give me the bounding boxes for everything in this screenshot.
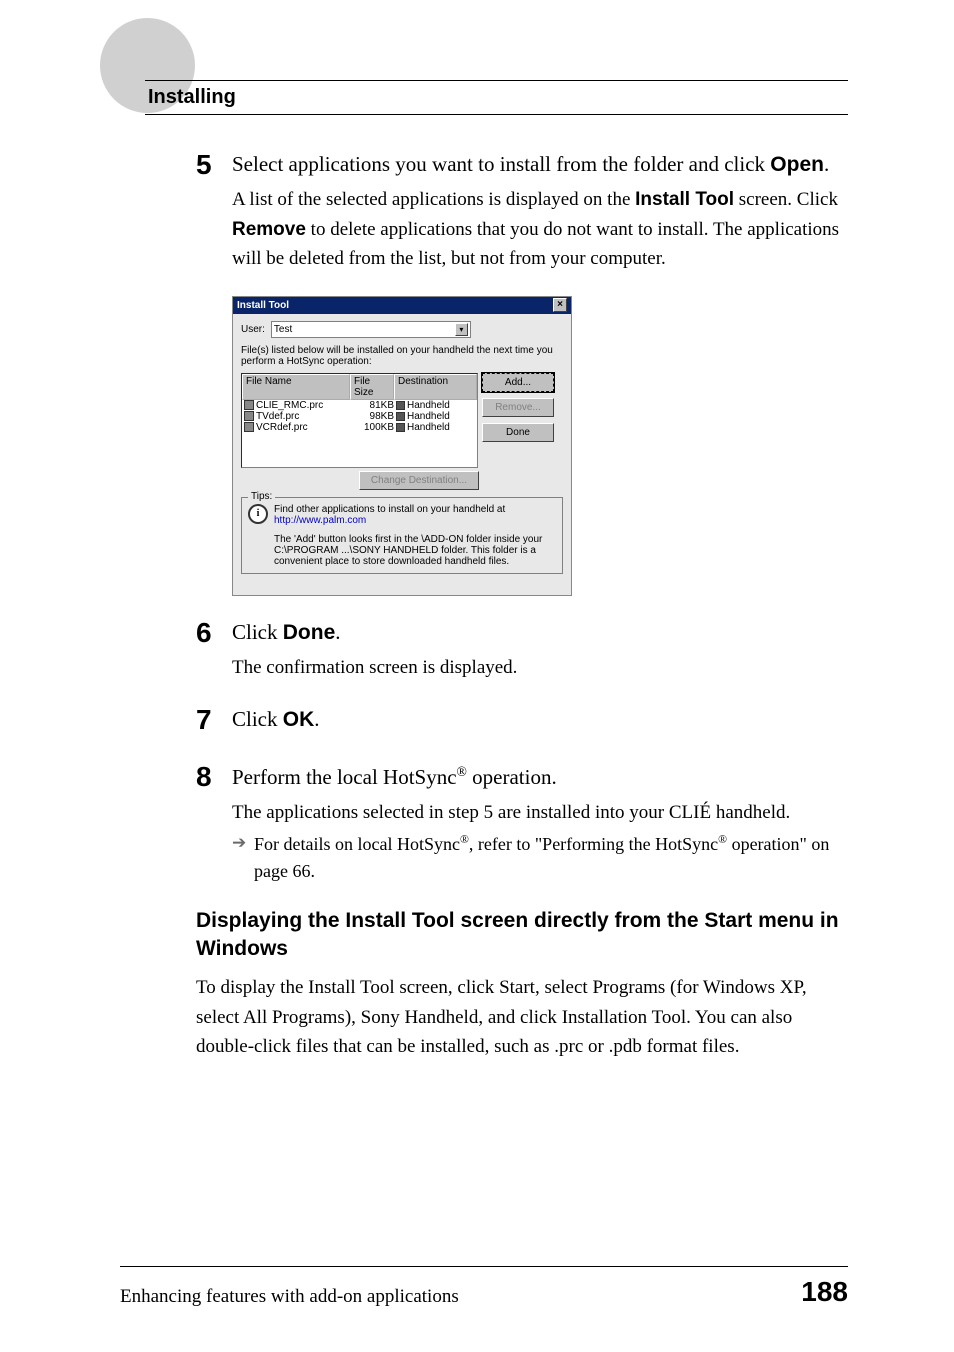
step-5-detail-b: Install Tool — [635, 189, 734, 210]
page-header: Installing — [0, 0, 954, 115]
done-button[interactable]: Done — [482, 423, 554, 442]
sp-l: Installation Tool — [562, 1007, 686, 1028]
tips-link[interactable]: http://www.palm.com — [274, 515, 366, 526]
cell-name: CLIE_RMC.prc — [256, 400, 352, 411]
user-label: User: — [241, 324, 265, 335]
step-8-sup: ® — [457, 764, 467, 779]
col-filename: File Name — [242, 374, 350, 400]
file-list-table: File Name File Size Destination CLIE_RMC… — [241, 373, 478, 468]
file-icon — [244, 400, 254, 410]
tips-label: Tips: — [248, 491, 275, 502]
col-filesize: File Size — [350, 374, 394, 400]
cell-size: 98KB — [352, 411, 394, 422]
cell-dest: Handheld — [407, 422, 450, 433]
step-8-text: Perform the local HotSync — [232, 765, 457, 789]
cell-size: 100KB — [352, 422, 394, 433]
sp-a: To display the — [196, 977, 308, 998]
header-bar: Installing — [145, 80, 848, 115]
handheld-icon — [396, 401, 405, 410]
step-number: 5 — [196, 150, 232, 274]
table-row[interactable]: VCRdef.prc 100KB Handheld — [242, 422, 477, 433]
step-number: 6 — [196, 618, 232, 683]
chevron-down-icon: ▾ — [455, 323, 468, 336]
step-8-suffix: operation. — [467, 765, 557, 789]
subsection-heading: Displaying the Install Tool screen direc… — [196, 907, 848, 964]
step-5-bold: Open — [770, 153, 824, 176]
step-7-text: Click — [232, 707, 283, 731]
user-value: Test — [274, 324, 292, 335]
step-number: 7 — [196, 705, 232, 740]
step-6-detail: The confirmation screen is displayed. — [232, 653, 848, 682]
handheld-icon — [396, 423, 405, 432]
tips-box: Tips: i Find other applications to insta… — [241, 497, 563, 574]
file-icon — [244, 411, 254, 421]
arrow-b: , refer to "Performing the HotSync — [469, 834, 718, 854]
arrow-sup1: ® — [460, 833, 469, 846]
footer-text: Enhancing features with add-on applicati… — [120, 1286, 459, 1308]
step-5-detail-d: Remove — [232, 219, 306, 240]
sp-h: All Programs — [243, 1007, 345, 1028]
info-icon: i — [248, 504, 268, 524]
cell-dest: Handheld — [407, 411, 450, 422]
cell-size: 81KB — [352, 400, 394, 411]
user-dropdown[interactable]: Test ▾ — [271, 321, 471, 338]
step-8-detail: The applications selected in step 5 are … — [232, 798, 848, 827]
page-number: 188 — [801, 1276, 848, 1308]
sp-c: screen, click — [395, 977, 499, 998]
file-icon — [244, 422, 254, 432]
step-5-suffix: . — [824, 152, 829, 176]
sp-k: , and click — [478, 1007, 561, 1028]
step-5-detail-c: screen. Click — [734, 189, 838, 210]
arrow-sup2: ® — [718, 833, 727, 846]
handheld-icon — [396, 412, 405, 421]
step-6-bold: Done — [283, 621, 336, 644]
step-5: 5 Select applications you want to instal… — [196, 150, 848, 274]
sp-e: , select — [535, 977, 593, 998]
subsection-paragraph: To display the Install Tool screen, clic… — [196, 973, 848, 1061]
step-5-detail-a: A list of the selected applications is d… — [232, 189, 635, 210]
col-destination: Destination — [394, 374, 477, 400]
step-7-suffix: . — [314, 707, 319, 731]
add-button[interactable]: Add... — [482, 373, 554, 392]
step-number: 8 — [196, 762, 232, 885]
arrow-a: For details on local HotSync — [254, 834, 460, 854]
step-7-bold: OK — [283, 708, 315, 731]
sp-f: Programs — [592, 977, 665, 998]
change-destination-button[interactable]: Change Destination... — [359, 471, 479, 490]
cell-dest: Handheld — [407, 400, 450, 411]
table-row[interactable]: CLIE_RMC.prc 81KB Handheld — [242, 400, 477, 411]
sp-i: ), — [345, 1007, 361, 1028]
close-icon[interactable]: × — [553, 298, 567, 312]
step-5-text: Select applications you want to install … — [232, 152, 770, 176]
cell-name: TVdef.prc — [256, 411, 352, 422]
page-footer: Enhancing features with add-on applicati… — [120, 1266, 848, 1308]
sp-d: Start — [499, 977, 535, 998]
sp-b: Install Tool — [308, 977, 394, 998]
step-6-suffix: . — [335, 620, 340, 644]
install-tool-screenshot: Install Tool × User: Test ▾ File(s) list… — [232, 296, 572, 596]
header-title: Installing — [148, 86, 236, 109]
cell-name: VCRdef.prc — [256, 422, 352, 433]
step-5-detail-e: to delete applications that you do not w… — [232, 219, 839, 269]
arrow-icon: ➔ — [232, 831, 254, 885]
reference-bullet: ➔ For details on local HotSync®, refer t… — [232, 831, 848, 885]
step-6-text: Click — [232, 620, 283, 644]
main-content: 5 Select applications you want to instal… — [0, 115, 954, 1062]
step-8: 8 Perform the local HotSync® operation. … — [196, 762, 848, 885]
screenshot-title: Install Tool — [237, 300, 289, 311]
step-6: 6 Click Done. The confirmation screen is… — [196, 618, 848, 683]
sp-j: Sony Handheld — [361, 1007, 479, 1028]
screenshot-note: File(s) listed below will be installed o… — [241, 345, 563, 367]
tips-line1: Find other applications to install on yo… — [274, 504, 505, 515]
remove-button[interactable]: Remove... — [482, 398, 554, 417]
table-row[interactable]: TVdef.prc 98KB Handheld — [242, 411, 477, 422]
tips-desc: The 'Add' button looks first in the \ADD… — [274, 534, 556, 567]
step-7: 7 Click OK. — [196, 705, 848, 740]
screenshot-titlebar: Install Tool × — [233, 297, 571, 314]
